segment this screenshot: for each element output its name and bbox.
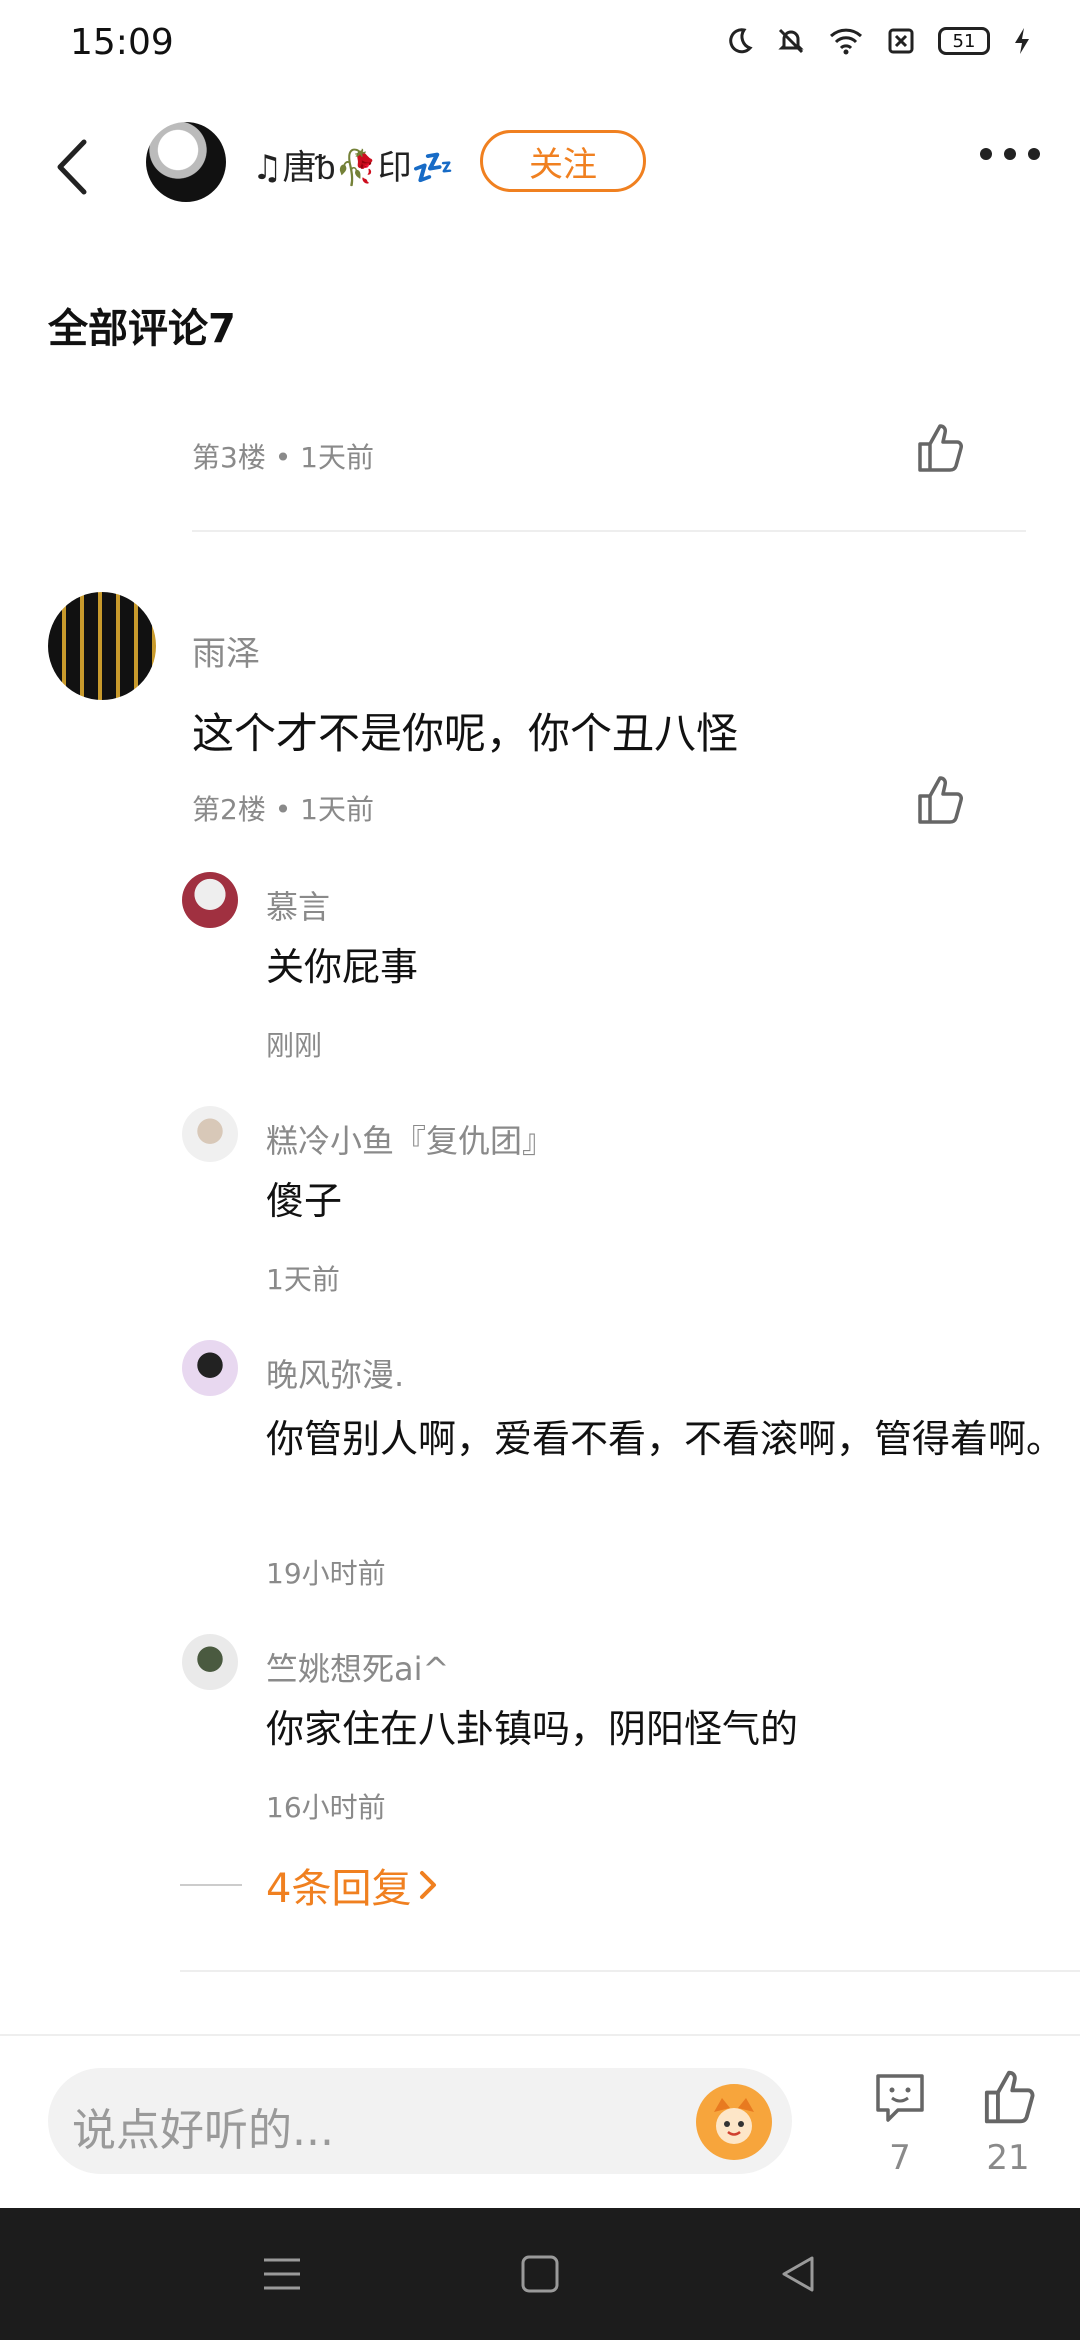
no-sim-icon <box>888 28 914 54</box>
divider <box>180 1970 1080 1972</box>
menu-icon[interactable] <box>262 2254 302 2294</box>
reply-time: 刚刚 <box>266 1029 323 1062</box>
like-icon[interactable] <box>978 2066 1040 2128</box>
mute-bell-icon <box>778 28 804 54</box>
reply-time: 16小时前 <box>266 1791 386 1824</box>
more-replies-link[interactable]: 4条回复 <box>266 1856 439 1914</box>
reply-avatar[interactable] <box>182 1634 238 1690</box>
mascot-face-icon <box>714 2098 754 2144</box>
comment-icon[interactable] <box>870 2068 930 2128</box>
reply-avatar[interactable] <box>182 1340 238 1396</box>
comment-avatar[interactable] <box>48 592 156 700</box>
reply-text: 你家住在八卦镇吗，阴阳怪气的 <box>266 1707 799 1751</box>
back-arrow-icon[interactable] <box>44 132 104 202</box>
emoji-mascot-icon[interactable] <box>696 2084 772 2160</box>
comment-input-placeholder: 说点好听的... <box>72 2105 334 2156</box>
comment-count: 7 <box>889 2138 911 2178</box>
reply-avatar[interactable] <box>182 872 238 928</box>
chevron-right-icon <box>420 1871 437 1899</box>
like-icon[interactable] <box>912 420 968 476</box>
reply-author[interactable]: 慕言 <box>266 882 330 928</box>
reply-text: 关你屁事 <box>266 945 419 989</box>
like-count: 21 <box>986 2138 1030 2178</box>
home-icon[interactable] <box>520 2254 560 2294</box>
comment-author[interactable]: 雨泽 <box>192 626 260 675</box>
follow-button[interactable]: 关注 <box>480 130 646 192</box>
reply-time: 19小时前 <box>266 1557 386 1590</box>
more-replies-label: 4条回复 <box>266 1866 412 1912</box>
status-time: 15:09 <box>70 22 174 63</box>
back-triangle-icon[interactable] <box>778 2254 818 2294</box>
reply-text: 傻子 <box>266 1179 343 1223</box>
like-icon[interactable] <box>912 772 968 828</box>
author-username[interactable]: ♫唐ᵬ🥀印💤 <box>252 140 454 189</box>
author-avatar[interactable] <box>146 122 226 202</box>
wifi-icon <box>829 28 863 55</box>
comment-text: 这个才不是你呢，你个丑八怪 <box>192 709 739 758</box>
divider <box>192 530 1026 532</box>
battery-icon: 51 <box>938 27 990 55</box>
reply-text: 你管别人啊，爱看不看，不看滚啊，管得着啊。 <box>266 1417 1065 1461</box>
comment-floor-meta: 第2楼 • 1天前 <box>192 793 374 826</box>
status-icons: 51 <box>724 26 1032 56</box>
reply-avatar[interactable] <box>182 1106 238 1162</box>
reply-author[interactable]: 晚风弥漫. <box>266 1350 404 1396</box>
moon-icon <box>729 28 753 54</box>
more-replies-line <box>180 1884 242 1886</box>
reply-author[interactable]: 竺姚想死ai^ <box>266 1644 449 1690</box>
comments-section-title: 全部评论7 <box>48 306 236 352</box>
comment-floor-meta: 第3楼 • 1天前 <box>192 441 374 474</box>
reply-author[interactable]: 糕冷小鱼『复仇团』 <box>266 1116 554 1162</box>
more-options-icon[interactable] <box>980 148 1040 160</box>
reply-time: 1天前 <box>266 1263 340 1296</box>
charging-icon <box>1015 28 1029 54</box>
